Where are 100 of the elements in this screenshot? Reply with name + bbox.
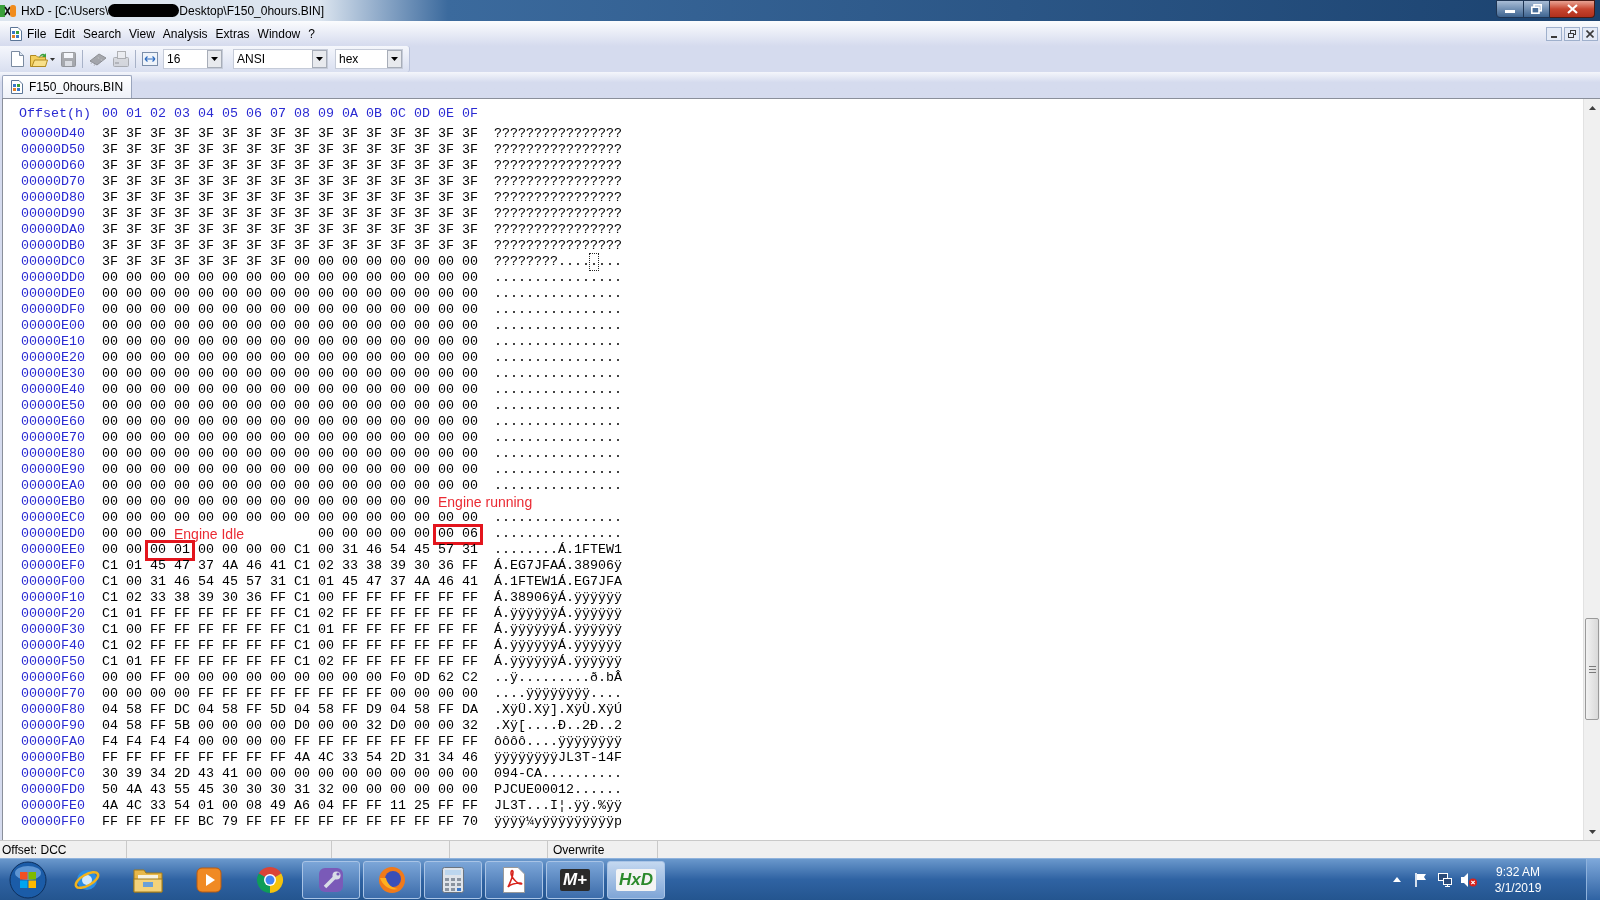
hex-value: 00 (246, 718, 262, 734)
restore-button[interactable] (1564, 26, 1580, 41)
hex-value: 32 (462, 718, 478, 734)
hex-value: 3F (198, 190, 214, 206)
file-tab[interactable]: F150_0hours.BIN (2, 75, 133, 98)
menu-item[interactable]: Search (79, 25, 126, 42)
hex-value: 00 (246, 382, 262, 398)
taskbar-button[interactable] (424, 860, 482, 899)
menu-item[interactable]: Analysis (158, 25, 212, 42)
minimize-button[interactable] (1496, 0, 1524, 18)
minimize-button[interactable] (1546, 26, 1562, 41)
hex-value: FF (390, 638, 406, 654)
close-button[interactable] (1582, 26, 1598, 41)
hex-value: 39 (198, 590, 214, 606)
hex-value: 41 (462, 574, 478, 590)
hex-value: 3F (342, 174, 358, 190)
hex-value: C1 (102, 606, 118, 622)
show-desktop-button[interactable] (1586, 859, 1600, 900)
menu-item[interactable]: Window (253, 25, 305, 42)
bytes-per-row-select[interactable]: 16 (163, 49, 223, 69)
hex-value: 00 (318, 590, 334, 606)
hex-value: 3F (342, 158, 358, 174)
hex-value: 00 (318, 414, 334, 430)
ascii-text: Á.EG7JFAÁ.38906ÿ (494, 558, 622, 574)
menu-item[interactable]: View (125, 25, 159, 42)
document-icon (11, 80, 23, 94)
hex-value: 00 (126, 526, 142, 542)
hex-value: 04 (102, 718, 118, 734)
hex-value: FF (150, 750, 166, 766)
ascii-text: ..ÿ.........ð.bÂ (494, 670, 622, 686)
hex-value: 00 (270, 734, 286, 750)
charset-select[interactable]: ANSI (233, 49, 328, 69)
hex-value: 3F (294, 126, 310, 142)
hex-value: 00 (246, 366, 262, 382)
hex-value: 00 (198, 446, 214, 462)
hex-value: 3F (390, 190, 406, 206)
hex-value: 00 (246, 734, 262, 750)
offset-base-select[interactable]: hex (335, 49, 403, 69)
hex-value: 04 (102, 702, 118, 718)
hex-value: 41 (270, 558, 286, 574)
hex-value: 00 (438, 478, 454, 494)
close-button[interactable] (1550, 0, 1595, 18)
ascii-text: Á.1FTEW1Á.EG7JFA (494, 574, 622, 590)
restore-button[interactable] (1524, 0, 1550, 18)
hex-value: FF (342, 814, 358, 830)
hex-value: 00 (462, 366, 478, 382)
hex-value: 00 (390, 302, 406, 318)
hex-value: 3F (102, 142, 118, 158)
taskbar-button[interactable] (363, 860, 421, 899)
hex-value: 3F (390, 126, 406, 142)
hex-value: 00 (390, 766, 406, 782)
menu-item[interactable]: File (23, 25, 51, 42)
ascii-text: Á.ÿÿÿÿÿÿÁ.ÿÿÿÿÿÿ (494, 622, 622, 638)
hex-value: FF (198, 686, 214, 702)
annotation-label: Engine Idle (174, 526, 245, 542)
column-header: 0B (366, 106, 382, 122)
hex-value: 00 (438, 718, 454, 734)
hex-value: 45 (198, 782, 214, 798)
taskbar-button[interactable]: HxD (607, 860, 665, 899)
hex-value: FF (414, 734, 430, 750)
hex-value: 3F (294, 238, 310, 254)
hex-value: 04 (318, 798, 334, 814)
hex-value: 00 (414, 510, 430, 526)
menu-item[interactable]: Edit (50, 25, 80, 42)
column-header: 0C (390, 106, 406, 122)
hex-value: 00 (222, 446, 238, 462)
blank-page-icon (11, 51, 24, 67)
hex-value: 00 (198, 462, 214, 478)
hex-value: FF (174, 606, 190, 622)
hex-value: 00 (174, 478, 190, 494)
hex-value: 00 (294, 270, 310, 286)
hex-value: 31 (342, 542, 358, 558)
width-arrows-icon (142, 52, 158, 66)
hex-value: FF (390, 622, 406, 638)
hex-value: 00 (366, 510, 382, 526)
hex-value: FF (438, 638, 454, 654)
hex-value: 00 (246, 286, 262, 302)
hex-value: 3F (270, 142, 286, 158)
hex-value: 02 (126, 590, 142, 606)
menu-item[interactable]: ? (304, 25, 319, 42)
hex-value: 00 (462, 766, 478, 782)
hex-value: 3F (174, 190, 190, 206)
hex-value: 00 (102, 670, 118, 686)
column-header: 0E (438, 106, 454, 122)
hex-value: 32 (318, 782, 334, 798)
hex-value: 00 (342, 382, 358, 398)
hex-value: 00 (342, 350, 358, 366)
hex-value: 00 (366, 494, 382, 510)
toolbar-button[interactable] (8, 48, 27, 70)
hex-value: FF (222, 638, 238, 654)
hex-value: 00 (318, 334, 334, 350)
hex-value: 3F (198, 142, 214, 158)
scroll-thumb[interactable] (1585, 618, 1599, 720)
menu-item[interactable]: Extras (211, 25, 254, 42)
taskbar-button[interactable]: M+ (546, 860, 604, 899)
hex-value: 3F (342, 142, 358, 158)
taskbar-button[interactable] (485, 860, 543, 899)
taskbar-button[interactable] (302, 860, 360, 899)
hex-value: 3F (462, 126, 478, 142)
hex-value: 3F (438, 174, 454, 190)
